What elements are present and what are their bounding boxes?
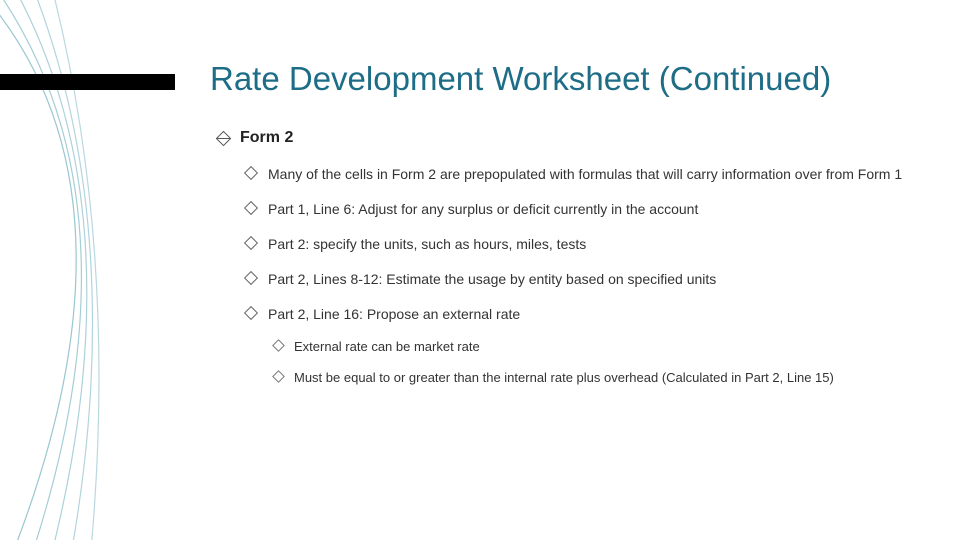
- level2-label: Part 2, Line 16: Propose an external rat…: [268, 306, 520, 322]
- bullet-level3: External rate can be market rate: [268, 338, 920, 356]
- bullet-level2: Part 2, Lines 8-12: Estimate the usage b…: [240, 270, 920, 289]
- bullet-level1: Form 2 Many of the cells in Form 2 are p…: [210, 129, 920, 387]
- accent-block: [0, 74, 175, 90]
- bullet-level2: Part 1, Line 6: Adjust for any surplus o…: [240, 200, 920, 219]
- slide-content: Rate Development Worksheet (Continued) F…: [210, 58, 920, 403]
- level1-label: Form 2: [240, 129, 293, 146]
- bullet-level3: Must be equal to or greater than the int…: [268, 369, 920, 387]
- bullet-level2: Many of the cells in Form 2 are prepopul…: [240, 165, 920, 184]
- bullet-level2: Part 2, Line 16: Propose an external rat…: [240, 305, 920, 387]
- slide-title: Rate Development Worksheet (Continued): [210, 58, 920, 99]
- bullet-level2: Part 2: specify the units, such as hours…: [240, 235, 920, 254]
